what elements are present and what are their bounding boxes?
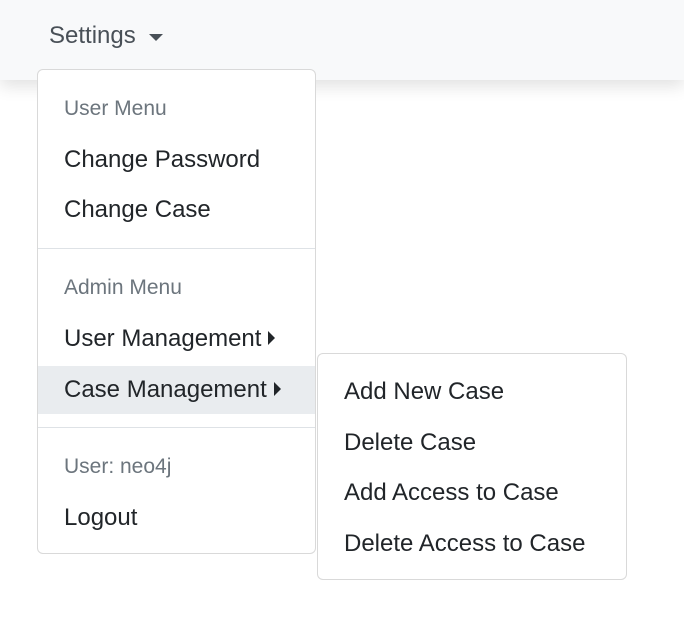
- change-case-item[interactable]: Change Case: [38, 186, 315, 234]
- case-management-item[interactable]: Case Management: [38, 366, 315, 414]
- caret-down-icon: [148, 33, 163, 41]
- menu-divider: [38, 427, 315, 428]
- delete-access-to-case-item[interactable]: Delete Access to Case: [318, 520, 626, 568]
- add-new-case-item[interactable]: Add New Case: [318, 368, 626, 416]
- add-access-to-case-item[interactable]: Add Access to Case: [318, 469, 626, 517]
- admin-menu-header: Admin Menu: [64, 276, 182, 299]
- case-management-submenu: Add New Case Delete Case Add Access to C…: [317, 353, 627, 580]
- settings-label: Settings: [49, 22, 136, 49]
- user-management-label: User Management: [64, 325, 262, 352]
- menu-divider: [38, 248, 315, 249]
- settings-dropdown-menu: User Menu Change Password Change Case Ad…: [37, 69, 316, 554]
- logout-item[interactable]: Logout: [38, 494, 315, 542]
- case-management-label: Case Management: [64, 376, 267, 403]
- user-menu-header: User Menu: [64, 97, 167, 120]
- user-info-header: User: neo4j: [64, 455, 172, 478]
- settings-dropdown-toggle[interactable]: Settings: [49, 20, 163, 52]
- caret-right-icon: [268, 331, 276, 346]
- user-management-item[interactable]: User Management: [38, 315, 315, 363]
- delete-case-item[interactable]: Delete Case: [318, 419, 626, 467]
- top-navbar: Settings: [0, 0, 684, 80]
- caret-right-icon: [273, 382, 281, 397]
- change-password-item[interactable]: Change Password: [38, 136, 315, 184]
